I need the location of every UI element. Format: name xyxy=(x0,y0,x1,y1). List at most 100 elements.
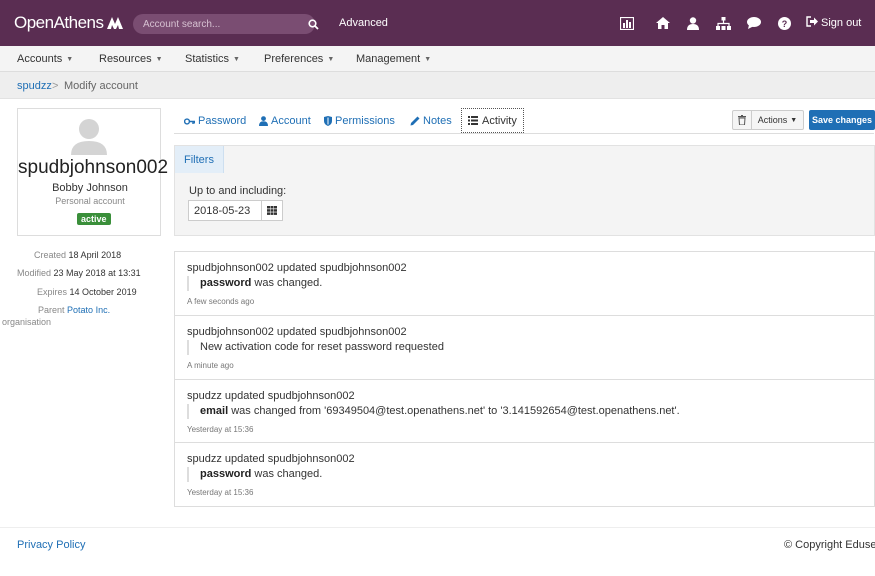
activity-item: spudbjohnson002 updated spudbjohnson002 … xyxy=(175,252,875,316)
top-navbar: OpenAthens Advanced ? Sign out xyxy=(0,0,875,46)
meta-modified: Modified 23 May 2018 at 13:31 xyxy=(17,268,161,278)
activity-detail-text: was changed. xyxy=(251,468,323,480)
sign-out-link[interactable]: Sign out xyxy=(806,16,861,29)
sign-out-label: Sign out xyxy=(821,17,862,29)
menu-statistics[interactable]: Statistics ▼ xyxy=(185,53,240,65)
delete-button[interactable] xyxy=(732,110,752,130)
user-icon[interactable] xyxy=(685,15,701,31)
parent-org-link[interactable]: Potato Inc. xyxy=(67,305,110,315)
modified-value: 23 May 2018 at 13:31 xyxy=(53,268,141,278)
activity-item: spudzz updated spudbjohnson002 email was… xyxy=(175,380,875,443)
list-icon xyxy=(468,116,478,125)
filters-panel: Filters Up to and including: xyxy=(174,145,875,236)
calendar-button[interactable] xyxy=(262,200,283,221)
tab-permissions[interactable]: Permissions xyxy=(324,115,395,127)
avatar-icon xyxy=(71,119,107,155)
profile-account-type: Personal account xyxy=(55,196,125,206)
meta-expires: Expires 14 October 2019 xyxy=(17,287,161,297)
svg-text:?: ? xyxy=(781,19,787,29)
breadcrumb: spudzz > Modify account xyxy=(0,72,875,99)
profile-card: spudbjohnson002 Bobby Johnson Personal a… xyxy=(17,108,169,236)
help-icon[interactable]: ? xyxy=(776,15,792,31)
footer-divider xyxy=(0,527,875,528)
activity-timestamp: A few seconds ago xyxy=(187,297,255,306)
openathens-logo[interactable]: OpenAthens xyxy=(14,13,124,33)
copyright-text: © Copyright Eduserv xyxy=(784,539,875,551)
activity-title: spudbjohnson002 updated spudbjohnson002 xyxy=(187,262,407,274)
advanced-search-link[interactable]: Advanced xyxy=(339,17,388,29)
activity-detail: password was changed. xyxy=(187,467,322,482)
breadcrumb-separator: > xyxy=(52,80,59,92)
activity-detail-text: was changed from '69349504@test.openathe… xyxy=(228,405,680,417)
caret-down-icon: ▼ xyxy=(233,56,240,63)
actions-label: Actions xyxy=(757,115,788,125)
caret-down-icon: ▼ xyxy=(155,56,163,63)
menu-item-label: Statistics xyxy=(185,53,230,65)
breadcrumb-link-spudzz[interactable]: spudzz xyxy=(17,80,52,92)
statistics-icon[interactable] xyxy=(619,15,635,31)
activity-title: spudzz updated spudbjohnson002 xyxy=(187,390,355,402)
tab-activity[interactable]: Activity xyxy=(461,108,524,133)
activity-field: password xyxy=(200,468,252,480)
activity-list: spudbjohnson002 updated spudbjohnson002 … xyxy=(174,251,875,507)
menu-accounts[interactable]: Accounts ▼ xyxy=(17,53,73,65)
meta-created: Created 18 April 2018 xyxy=(17,250,161,260)
save-changes-button[interactable]: Save changes xyxy=(809,110,875,130)
activity-detail-text: New activation code for reset password r… xyxy=(200,341,444,353)
menu-management[interactable]: Management ▼ xyxy=(356,53,431,65)
activity-title: spudzz updated spudbjohnson002 xyxy=(187,453,355,465)
modified-label: Modified xyxy=(17,268,52,278)
caret-down-icon: ▼ xyxy=(790,116,798,124)
activity-detail: email was changed from '69349504@test.op… xyxy=(187,404,680,419)
menu-preferences[interactable]: Preferences ▼ xyxy=(264,53,334,65)
date-filter-label: Up to and including: xyxy=(189,185,287,197)
pencil-icon xyxy=(410,116,420,126)
tab-label: Activity xyxy=(482,114,517,127)
expires-label: Expires xyxy=(37,287,68,297)
privacy-policy-link[interactable]: Privacy Policy xyxy=(17,539,85,551)
activity-detail-text: was changed. xyxy=(251,277,323,289)
expires-value: 14 October 2019 xyxy=(69,287,137,297)
activity-detail: New activation code for reset password r… xyxy=(187,340,444,355)
user-icon xyxy=(259,116,268,126)
date-filter-input[interactable] xyxy=(188,200,262,221)
tab-label: Permissions xyxy=(335,115,395,127)
activity-timestamp: Yesterday at 15:36 xyxy=(187,488,254,497)
activity-title: spudbjohnson002 updated spudbjohnson002 xyxy=(187,326,407,338)
actions-dropdown-button[interactable]: Actions ▼ xyxy=(752,110,804,130)
comment-icon[interactable] xyxy=(746,15,762,31)
activity-item: spudzz updated spudbjohnson002 password … xyxy=(175,443,875,507)
menu-resources[interactable]: Resources ▼ xyxy=(99,53,163,65)
sitemap-icon[interactable] xyxy=(715,15,731,31)
activity-field: password xyxy=(200,277,252,289)
tab-divider xyxy=(174,133,874,134)
profile-full-name: Bobby Johnson xyxy=(52,182,128,194)
caret-down-icon: ▼ xyxy=(327,56,335,63)
tab-account[interactable]: Account xyxy=(259,115,311,127)
menu-item-label: Management xyxy=(356,53,421,65)
search-icon xyxy=(307,18,319,30)
search-button[interactable] xyxy=(303,14,323,34)
tab-label: Account xyxy=(271,115,311,127)
tab-notes[interactable]: Notes xyxy=(410,115,452,127)
activity-timestamp: Yesterday at 15:36 xyxy=(187,425,254,434)
tab-label: Password xyxy=(198,115,247,127)
account-search-box xyxy=(133,14,315,34)
meta-parent-cont: organisation xyxy=(2,317,146,327)
calendar-icon xyxy=(267,206,277,215)
profile-username: spudbjohnson002 xyxy=(18,157,169,178)
activity-detail: password was changed. xyxy=(187,276,322,291)
sign-out-icon xyxy=(806,16,818,27)
activity-field: email xyxy=(200,405,229,417)
created-value: 18 April 2018 xyxy=(68,250,122,260)
account-search-input[interactable] xyxy=(143,17,283,31)
caret-down-icon: ▼ xyxy=(424,56,432,63)
home-icon[interactable] xyxy=(655,15,671,31)
main-menu-bar: Accounts ▼ Resources ▼ Statistics ▼ Prefere… xyxy=(0,46,875,72)
activity-item: spudbjohnson002 updated spudbjohnson002 … xyxy=(175,316,875,380)
logo-text: OpenAthens xyxy=(14,13,104,32)
logo-mark-icon xyxy=(106,17,123,29)
menu-item-label: Preferences xyxy=(264,53,324,65)
filters-tab[interactable]: Filters xyxy=(175,146,224,173)
tab-password[interactable]: Password xyxy=(184,115,246,127)
